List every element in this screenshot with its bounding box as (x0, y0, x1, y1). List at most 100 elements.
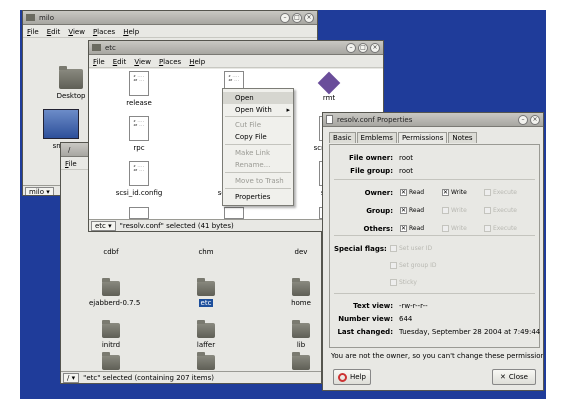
folder-item[interactable]: ejabberd-0.7.5 (89, 278, 140, 307)
document-icon (129, 207, 149, 219)
menu-item-move-to-trash[interactable]: Move to Trash (223, 175, 293, 187)
file-item[interactable]: # ---- ## --- scsi_id.config (113, 161, 165, 197)
checkbox-read[interactable]: ✕ Read (400, 225, 424, 232)
folder-icon (102, 278, 120, 296)
folder-item[interactable]: lib (279, 320, 321, 349)
special-flag-checkbox[interactable]: Sticky (390, 279, 417, 286)
close-icon: ✕ (500, 373, 506, 381)
checkbox-box[interactable] (484, 189, 491, 196)
location-combo[interactable]: etc ▾ (91, 220, 116, 231)
minimize-button[interactable]: – (346, 43, 356, 53)
menu-file[interactable]: File (93, 58, 105, 66)
menu-view[interactable]: View (134, 58, 151, 66)
file-owner-label: File owner: (348, 154, 393, 162)
menu-places[interactable]: Places (159, 58, 181, 66)
checkbox-execute[interactable]: Execute (484, 207, 517, 214)
checkbox-box[interactable] (442, 207, 449, 214)
checkbox-execute[interactable]: Execute (484, 189, 517, 196)
folder-icon (102, 352, 120, 370)
file-label: release (126, 99, 152, 107)
menu-help[interactable]: Help (123, 28, 139, 36)
etc-titlebar[interactable]: etc – □ × (89, 41, 383, 55)
checkbox-write[interactable]: Write (442, 207, 467, 214)
etc-menubar: File Edit View Places Help (89, 56, 383, 68)
menu-help[interactable]: Help (189, 58, 205, 66)
maximize-button[interactable]: □ (292, 13, 302, 23)
close-button[interactable]: × (370, 43, 380, 53)
help-button[interactable]: Help (333, 369, 371, 385)
checkbox-write[interactable]: ✕ Write (442, 189, 467, 196)
checkbox-box[interactable]: ✕ (400, 207, 407, 214)
checkbox-box[interactable] (390, 262, 397, 269)
menu-item-make-link[interactable]: Make Link (223, 147, 293, 159)
document-icon: # ---- ## --- (129, 71, 149, 96)
folder-label: lib (296, 341, 306, 349)
folder-item[interactable] (184, 352, 228, 370)
menu-places[interactable]: Places (93, 28, 115, 36)
folder-item[interactable]: chm (184, 245, 228, 256)
tab-permissions[interactable]: Permissions (397, 132, 448, 143)
file-item[interactable]: # ---- ## --- rpc (113, 116, 165, 152)
checkbox-box[interactable]: ✕ (400, 225, 407, 232)
checkbox-box[interactable]: ✕ (400, 189, 407, 196)
menu-item-open[interactable]: Open (223, 92, 293, 104)
menu-file[interactable]: File (65, 160, 77, 168)
desktop-folder[interactable]: Desktop (53, 66, 89, 100)
tab-bar: Basic Emblems Permissions Notes (329, 132, 477, 143)
checkbox-box[interactable] (442, 225, 449, 232)
icon-label: Desktop (56, 92, 86, 100)
file-item[interactable]: # ---- ## --- release (113, 71, 165, 107)
close-button[interactable]: ✕ Close (492, 369, 536, 385)
menu-item-copy-file[interactable]: Copy File (223, 131, 293, 143)
menu-file[interactable]: File (27, 28, 39, 36)
menu-item-rename[interactable]: Rename... (223, 159, 293, 171)
number-view-label: Number view: (338, 315, 393, 323)
file-item[interactable]: rmt (303, 71, 355, 102)
folder-item[interactable]: etc (184, 278, 228, 307)
maximize-button[interactable]: □ (358, 43, 368, 53)
close-button[interactable]: × (530, 115, 540, 125)
folder-label: dev (294, 248, 308, 256)
menu-item-properties[interactable]: Properties (223, 191, 293, 203)
home-titlebar[interactable]: milo – □ × (23, 11, 317, 25)
file-item[interactable] (113, 207, 165, 219)
checkbox-read[interactable]: ✕ Read (400, 189, 424, 196)
checkbox-box[interactable] (390, 245, 397, 252)
folder-item[interactable]: initrd (89, 320, 133, 349)
special-flag-checkbox[interactable]: Set user ID (390, 245, 432, 252)
checkbox-write[interactable]: Write (442, 225, 467, 232)
checkbox-box[interactable] (484, 207, 491, 214)
properties-titlebar[interactable]: resolv.conf Properties – × (323, 113, 543, 127)
number-view-value: 644 (399, 315, 413, 323)
file-item[interactable] (208, 207, 260, 219)
checkbox-box[interactable]: ✕ (442, 189, 449, 196)
minimize-button[interactable]: – (280, 13, 290, 23)
folder-label: cdbf (103, 248, 119, 256)
folder-item[interactable]: dev (279, 245, 321, 256)
checkbox-box[interactable] (484, 225, 491, 232)
special-flag-checkbox[interactable]: Set group ID (390, 262, 436, 269)
checkbox-label: Read (409, 225, 425, 232)
tab-emblems[interactable]: Emblems (356, 132, 397, 143)
minimize-button[interactable]: – (518, 115, 528, 125)
checkbox-execute[interactable]: Execute (484, 225, 517, 232)
checkbox-box[interactable] (390, 279, 397, 286)
tab-basic[interactable]: Basic (329, 132, 356, 143)
permission-note: You are not the owner, so you can't chan… (331, 352, 544, 360)
checkbox-read[interactable]: ✕ Read (400, 207, 424, 214)
close-label: Close (508, 373, 528, 381)
folder-item[interactable]: home (279, 278, 321, 307)
folder-item[interactable]: cdbf (89, 245, 133, 256)
menu-view[interactable]: View (68, 28, 85, 36)
tab-notes[interactable]: Notes (448, 132, 477, 143)
folder-item[interactable]: laffer (184, 320, 228, 349)
menu-item-open-with[interactable]: Open With ▸ (223, 104, 293, 116)
menu-edit[interactable]: Edit (113, 58, 127, 66)
close-button[interactable]: × (304, 13, 314, 23)
location-combo[interactable]: / ▾ (63, 372, 80, 383)
folder-item[interactable] (279, 352, 321, 370)
location-combo[interactable]: milo ▾ (25, 186, 54, 195)
menu-item-cut-file[interactable]: Cut File (223, 119, 293, 131)
folder-item[interactable] (89, 352, 133, 370)
menu-edit[interactable]: Edit (47, 28, 61, 36)
